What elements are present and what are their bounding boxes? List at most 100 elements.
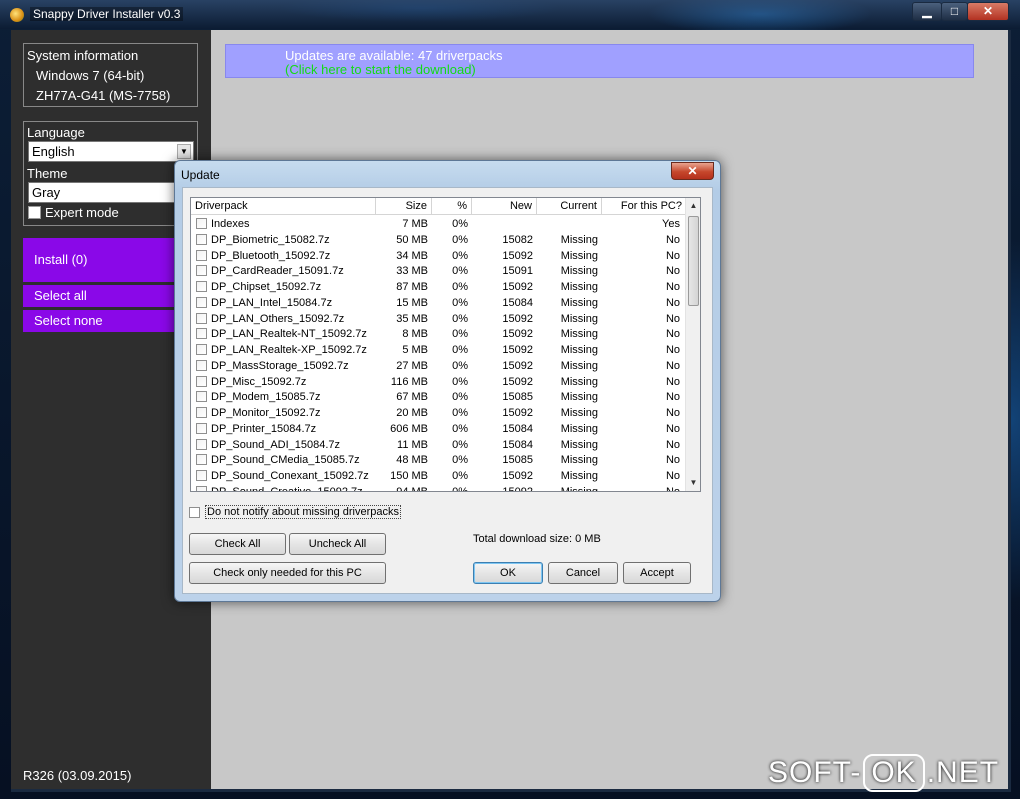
cell-percent: 0% <box>452 281 468 293</box>
maximize-button[interactable]: □ <box>941 2 968 21</box>
row-checkbox[interactable] <box>196 344 207 355</box>
language-label: Language <box>27 125 85 140</box>
row-checkbox[interactable] <box>196 218 207 229</box>
cell-size: 7 MB <box>402 218 428 230</box>
check-all-button[interactable]: Check All <box>189 533 286 555</box>
row-checkbox[interactable] <box>196 422 207 434</box>
row-checkbox[interactable] <box>196 312 207 324</box>
table-row[interactable]: DP_Printer_15084.7z 606 MB 0% 15084 Missing N… <box>191 421 687 437</box>
row-checkbox[interactable] <box>196 391 207 403</box>
row-checkbox[interactable] <box>196 438 207 450</box>
cell-current: Missing <box>560 470 598 482</box>
updates-banner[interactable]: Updates are available: 47 driverpacks (C… <box>225 44 974 78</box>
table-row[interactable]: DP_LAN_Intel_15084.7z 15 MB 0% 15084 Missing… <box>191 295 687 311</box>
cell-for-this-pc: No <box>665 344 680 356</box>
table-row[interactable]: DP_Sound_CMedia_15085.7z 48 MB 0% 15085 Miss… <box>191 452 687 468</box>
expert-mode-checkbox[interactable] <box>28 206 41 219</box>
row-checkbox[interactable] <box>196 296 207 308</box>
check-needed-button[interactable]: Check only needed for this PC <box>189 562 386 584</box>
row-checkbox[interactable] <box>196 233 207 245</box>
row-checkbox[interactable] <box>196 328 207 340</box>
cell-current: Missing <box>560 422 598 435</box>
row-checkbox[interactable] <box>196 454 207 466</box>
table-row[interactable]: DP_LAN_Others_15092.7z 35 MB 0% 15092 Missin… <box>191 311 687 327</box>
col-size[interactable]: Size <box>376 198 432 215</box>
cell-for-this-pc: No <box>665 265 680 278</box>
table-row[interactable]: DP_Sound_ADI_15084.7z 11 MB 0% 15084 Missing… <box>191 437 687 453</box>
cell-new: 15085 <box>502 391 533 404</box>
cell-percent: 0% <box>452 422 468 435</box>
cell-for-this-pc: No <box>665 454 680 467</box>
cell-driverpack: DP_LAN_Realtek-XP_15092.7z <box>211 344 367 356</box>
cell-size: 116 MB <box>390 375 428 388</box>
no-notify-label[interactable]: Do not notify about missing driverpacks <box>205 505 401 519</box>
table-row[interactable]: DP_LAN_Realtek-XP_15092.7z 5 MB 0% 15092 Mis… <box>191 342 687 358</box>
scroll-down-icon[interactable]: ▼ <box>686 475 700 491</box>
minimize-button[interactable]: ▁ <box>912 2 942 21</box>
expert-mode-label[interactable]: Expert mode <box>45 205 119 220</box>
list-scrollbar[interactable]: ▲ ▼ <box>685 198 700 491</box>
cell-percent: 0% <box>452 218 468 230</box>
system-info-panel[interactable]: System information Windows 7 (64-bit) ZH… <box>23 43 198 107</box>
table-row[interactable]: DP_MassStorage_15092.7z 27 MB 0% 15092 Missi… <box>191 358 687 374</box>
cell-size: 11 MB <box>397 438 428 451</box>
title-bar[interactable]: Snappy Driver Installer v0.3 ▁ □ ✕ <box>0 0 1020 29</box>
cell-new: 15092 <box>502 485 533 492</box>
table-row[interactable]: DP_Monitor_15092.7z 20 MB 0% 15092 Missing No <box>191 405 687 421</box>
cell-new: 15092 <box>502 281 533 293</box>
close-button[interactable]: ✕ <box>967 2 1009 21</box>
cell-new: 15092 <box>502 344 533 356</box>
col-percent[interactable]: % <box>432 198 472 215</box>
system-info-header: System information <box>27 48 139 63</box>
scroll-up-icon[interactable]: ▲ <box>686 198 700 214</box>
cell-percent: 0% <box>452 249 468 262</box>
watermark-left: SOFT- <box>768 756 862 789</box>
table-row[interactable]: DP_CardReader_15091.7z 33 MB 0% 15091 Missin… <box>191 263 687 279</box>
col-current[interactable]: Current <box>537 198 602 215</box>
cell-size: 606 MB <box>390 422 428 435</box>
table-row[interactable]: DP_Modem_15085.7z 67 MB 0% 15085 Missing No <box>191 389 687 405</box>
cell-for-this-pc: No <box>665 281 680 293</box>
cell-driverpack: DP_LAN_Others_15092.7z <box>211 312 345 325</box>
theme-select[interactable]: Gray <box>28 182 194 203</box>
row-checkbox[interactable] <box>196 470 207 481</box>
cell-percent: 0% <box>452 265 468 278</box>
row-checkbox[interactable] <box>196 375 207 387</box>
table-row[interactable]: DP_Sound_Conexant_15092.7z 150 MB 0% 15092 M… <box>191 468 687 484</box>
col-for-this-pc[interactable]: For this PC? <box>602 198 687 215</box>
uncheck-all-button[interactable]: Uncheck All <box>289 533 386 555</box>
language-select[interactable]: English ▼ <box>28 141 194 162</box>
col-new[interactable]: New <box>472 198 537 215</box>
row-checkbox[interactable] <box>196 407 207 418</box>
cell-size: 20 MB <box>396 407 428 419</box>
table-row[interactable]: DP_Biometric_15082.7z 50 MB 0% 15082 Missing… <box>191 232 687 248</box>
no-notify-checkbox[interactable] <box>189 507 200 518</box>
row-checkbox[interactable] <box>196 485 207 491</box>
row-checkbox[interactable] <box>196 265 207 277</box>
row-checkbox[interactable] <box>196 281 207 292</box>
cell-size: 34 MB <box>396 249 428 262</box>
table-row[interactable]: DP_Bluetooth_15092.7z 34 MB 0% 15092 Missing… <box>191 248 687 264</box>
table-row[interactable]: Indexes 7 MB 0% Yes <box>191 216 687 232</box>
start-download-link[interactable]: (Click here to start the download) <box>285 62 476 77</box>
row-checkbox[interactable] <box>196 249 207 261</box>
col-driverpack[interactable]: Driverpack <box>191 198 376 215</box>
cell-driverpack: DP_LAN_Intel_15084.7z <box>211 296 333 309</box>
table-row[interactable]: DP_LAN_Realtek-NT_15092.7z 8 MB 0% 15092 Mis… <box>191 326 687 342</box>
table-row[interactable]: DP_Chipset_15092.7z 87 MB 0% 15092 Missing No <box>191 279 687 295</box>
cell-current: Missing <box>560 485 598 492</box>
table-row[interactable]: DP_Sound_Creative_15092.7z 94 MB 0% 15092 Mi… <box>191 484 687 492</box>
cell-percent: 0% <box>452 407 468 419</box>
cell-for-this-pc: No <box>665 328 680 341</box>
chevron-down-icon[interactable]: ▼ <box>177 144 191 159</box>
scroll-thumb[interactable] <box>688 216 699 306</box>
driverpack-list[interactable]: Driverpack Size % New Current For this P… <box>190 197 701 492</box>
row-checkbox[interactable] <box>196 359 207 371</box>
ok-button[interactable]: OK <box>473 562 543 584</box>
cell-percent: 0% <box>452 391 468 404</box>
cell-driverpack: DP_Sound_Conexant_15092.7z <box>211 470 369 482</box>
accept-button[interactable]: Accept <box>623 562 691 584</box>
cancel-button[interactable]: Cancel <box>548 562 618 584</box>
dialog-close-button[interactable]: ✕ <box>671 162 714 180</box>
table-row[interactable]: DP_Misc_15092.7z 116 MB 0% 15092 Missing No <box>191 374 687 390</box>
